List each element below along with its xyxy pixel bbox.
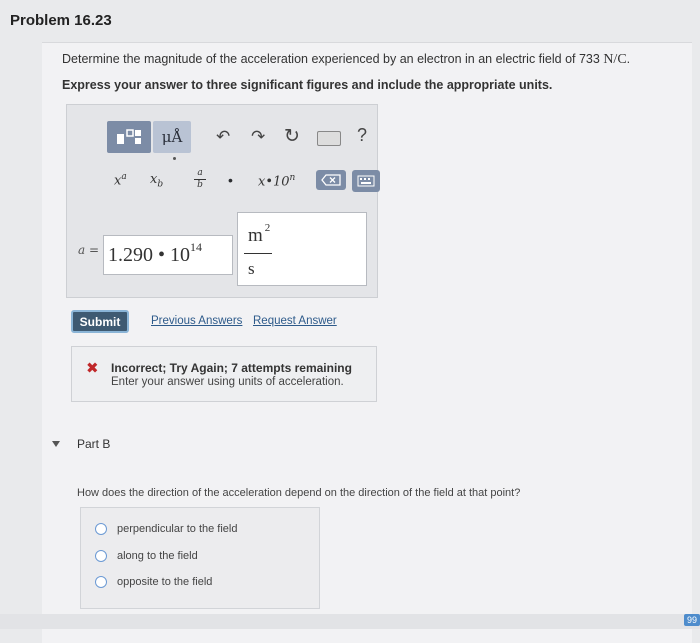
sub-index: b [157, 179, 164, 190]
value-exponent: 14 [190, 239, 203, 254]
fraction-button[interactable]: a b [192, 168, 208, 191]
previous-answers-link[interactable]: Previous Answers [151, 315, 242, 327]
undo-icon[interactable]: ↶ [216, 127, 230, 147]
instruction-text: Express your answer to three significant… [62, 78, 553, 92]
part-b-label[interactable]: Part B [77, 437, 110, 451]
radio-icon[interactable] [95, 576, 107, 588]
sci-label: x•10 [258, 174, 290, 190]
field-unit: N/C [603, 52, 627, 67]
frac-num: a [197, 168, 203, 178]
feedback-panel: ✖ Incorrect; Try Again; 7 attempts remai… [71, 346, 377, 402]
unit-numerator-exp: 2 [264, 222, 271, 234]
keyboard-icon[interactable] [317, 131, 341, 146]
option-opposite[interactable]: opposite to the field [95, 576, 212, 588]
option-label: perpendicular to the field [117, 523, 238, 535]
radio-icon[interactable] [95, 523, 107, 535]
option-perpendicular[interactable]: perpendicular to the field [95, 523, 237, 535]
question-text: Determine the magnitude of the accelerat… [62, 52, 630, 68]
problem-title: Problem 16.23 [10, 12, 112, 29]
dropdown-dot [173, 157, 176, 160]
power-exp: a [121, 172, 127, 182]
part-b-question: How does the direction of the accelerati… [77, 487, 521, 499]
templates-button[interactable] [107, 121, 151, 153]
superscript-button[interactable]: xa [114, 172, 127, 188]
unit-denominator: s [248, 259, 255, 278]
templates-icon [117, 129, 141, 144]
page-badge: 99 [684, 614, 700, 626]
units-input[interactable]: m2 s [237, 212, 367, 286]
units-button[interactable]: μÅ [153, 121, 191, 153]
reset-icon[interactable]: ↻ [284, 125, 300, 148]
radio-icon[interactable] [95, 550, 107, 562]
subscript-button[interactable]: xb [150, 172, 163, 190]
feedback-status: Incorrect; Try Again; 7 attempts remaini… [111, 361, 352, 375]
option-along[interactable]: along to the field [95, 550, 198, 562]
frac-den: b [197, 180, 203, 190]
backspace-icon [321, 174, 341, 186]
submit-button[interactable]: Submit [71, 310, 129, 333]
math-toolbar: μÅ ↶ ↷ ↻ ? [107, 121, 389, 155]
option-label: opposite to the field [117, 576, 213, 588]
variable-label: a = [78, 243, 100, 257]
multiply-dot-button[interactable]: • [228, 172, 233, 188]
unit-numerator: m2 [248, 222, 271, 247]
symbol-toolbar: xa xb a b • x•10n [108, 168, 388, 198]
help-button[interactable]: ? [357, 125, 367, 146]
unit-numerator-base: m [248, 225, 263, 246]
options-panel: perpendicular to the field along to the … [80, 507, 320, 609]
unit-fraction-bar [244, 253, 272, 254]
question-prefix: Determine the magnitude of the accelerat… [62, 52, 600, 66]
value-mantissa: 1.290 • 10 [108, 243, 191, 266]
collapse-caret-icon[interactable] [52, 441, 60, 447]
keyboard-toggle-button[interactable] [352, 170, 380, 192]
scientific-notation-button[interactable]: x•10n [258, 173, 295, 189]
value-input[interactable]: 1.290 • 10 14 [103, 235, 233, 275]
delete-button[interactable] [316, 170, 346, 190]
taskbar-strip [0, 614, 700, 629]
request-answer-link[interactable]: Request Answer [253, 315, 337, 327]
question-end: . [626, 52, 631, 66]
sci-exp: n [289, 173, 296, 183]
incorrect-icon: ✖ [86, 360, 99, 377]
redo-icon[interactable]: ↷ [251, 127, 265, 147]
keyboard-icon [357, 175, 375, 187]
option-label: along to the field [117, 550, 198, 562]
feedback-message: Enter your answer using units of acceler… [111, 376, 344, 388]
